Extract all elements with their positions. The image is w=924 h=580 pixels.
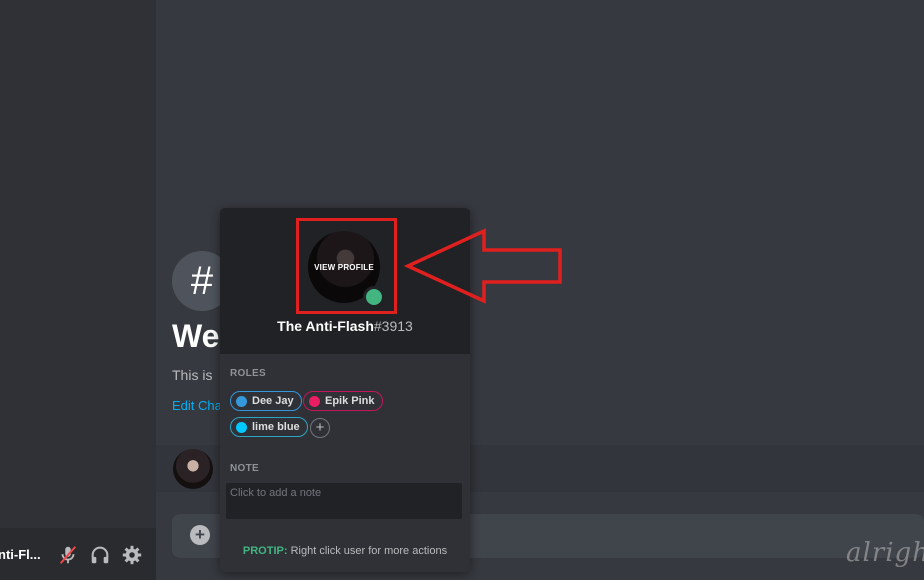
channel-sidebar — [0, 0, 156, 580]
username-text: The Anti-Flash — [277, 318, 374, 334]
user-panel-username[interactable]: nti-Fl... — [0, 547, 44, 562]
discriminator-text: #3913 — [373, 318, 413, 334]
upload-plus-button[interactable]: + — [190, 525, 210, 545]
headphones-icon[interactable] — [89, 544, 111, 566]
protip-label: PROTIP: — [242, 545, 288, 557]
annotation-arrow-icon — [404, 228, 562, 304]
role-color-dot — [236, 395, 247, 407]
watermark: alrigh — [846, 538, 924, 568]
role-color-dot — [236, 421, 247, 433]
annotation-highlight-box — [296, 218, 397, 314]
role-name: Dee Jay — [252, 395, 294, 407]
mic-muted-icon[interactable] — [57, 544, 79, 566]
message-avatar[interactable] — [173, 449, 213, 489]
settings-gear-icon[interactable] — [121, 544, 143, 566]
protip-text: Right click user for more actions — [287, 545, 448, 557]
note-input[interactable] — [226, 483, 462, 519]
welcome-title: We — [172, 318, 220, 354]
role-chip-lime-blue[interactable]: lime blue — [230, 417, 308, 437]
role-chip-dee-jay[interactable]: Dee Jay — [230, 391, 302, 411]
role-name: Epik Pink — [325, 395, 375, 407]
protip: PROTIP: Right click user for more action… — [220, 545, 470, 557]
role-color-dot — [309, 395, 320, 407]
edit-channel-link[interactable]: Edit Cha — [172, 398, 220, 413]
role-chip-epik-pink[interactable]: Epik Pink — [303, 391, 383, 411]
add-role-button[interactable]: + — [310, 418, 330, 438]
note-label: NOTE — [230, 463, 259, 474]
welcome-subtitle: This is — [172, 367, 213, 383]
popout-username: The Anti-Flash#3913 — [220, 318, 470, 334]
role-name: lime blue — [252, 421, 300, 433]
roles-label: ROLES — [230, 368, 266, 379]
